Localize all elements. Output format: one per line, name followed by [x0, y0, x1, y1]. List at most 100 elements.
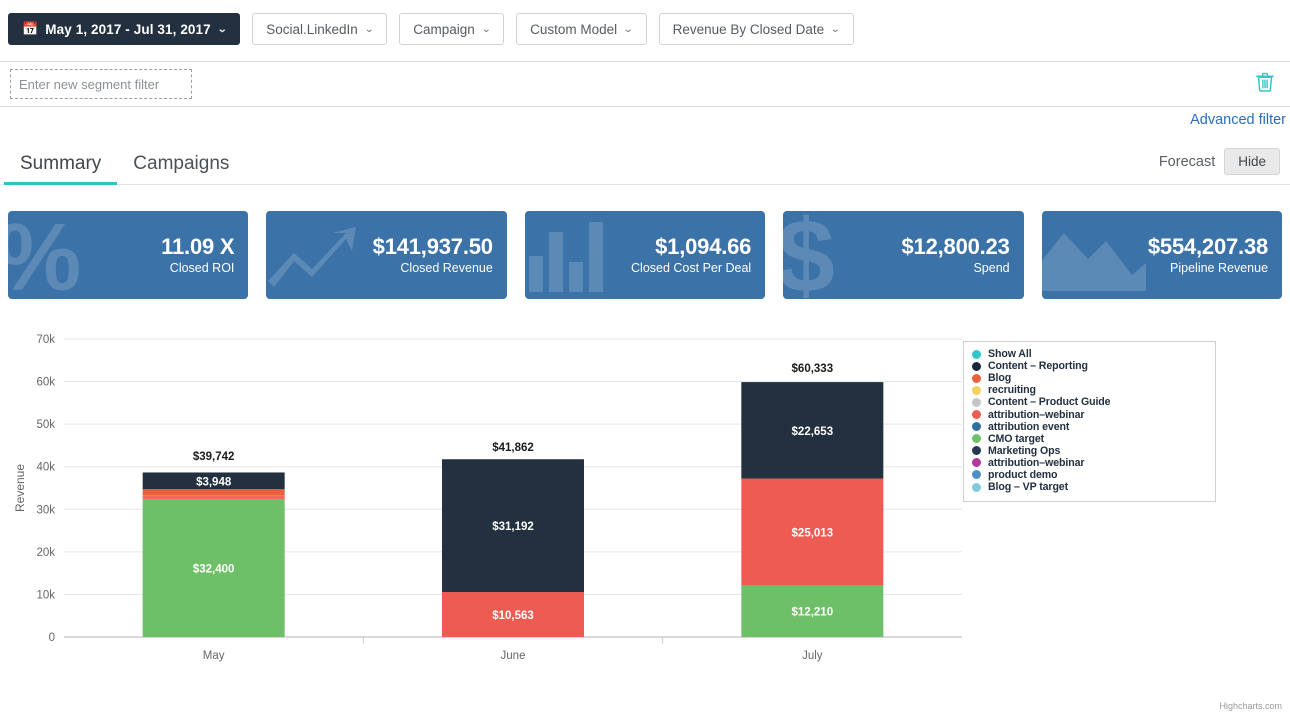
trash-icon[interactable]	[1256, 72, 1274, 96]
percent-icon: %	[8, 211, 122, 299]
kpi-card-closed-cost-per-deal[interactable]: $1,094.66 Closed Cost Per Deal	[524, 211, 766, 299]
chevron-down-icon: ⌄	[480, 23, 492, 35]
x-axis-tick-label: July	[802, 650, 823, 662]
date-range-label: May 1, 2017 - Jul 31, 2017	[45, 21, 211, 37]
tab-summary-label: Summary	[20, 153, 102, 174]
metric-filter-label: Revenue By Closed Date	[672, 21, 825, 37]
legend-item[interactable]: Content – Reporting	[972, 360, 1207, 372]
bar-segment-label: $3,948	[196, 476, 232, 488]
legend-color-swatch	[972, 361, 981, 371]
metric-filter-dropdown[interactable]: Revenue By Closed Date ⌄	[658, 13, 854, 45]
chart-legend: Show All Content – Reporting Blog recruitin…	[963, 341, 1216, 503]
y-axis-tick-label: 50k	[36, 419, 55, 431]
legend-item-label: Marketing Ops	[988, 444, 1061, 457]
legend-item[interactable]: CMO target	[972, 433, 1207, 445]
bar-segment[interactable]: $10,563	[442, 592, 584, 637]
bar-total-label: $60,333	[792, 363, 834, 375]
legend-color-swatch	[972, 458, 981, 468]
kpi-label: Spend	[973, 261, 1010, 276]
legend-item[interactable]: Show All	[972, 348, 1207, 360]
y-axis-tick-label: 20k	[36, 547, 55, 559]
dollar-icon: $	[783, 211, 887, 299]
kpi-value: $12,800.23	[901, 233, 1010, 259]
date-range-picker[interactable]: 📅 May 1, 2017 - Jul 31, 2017 ⌄	[8, 13, 241, 45]
legend-item-label: Content – Product Guide	[988, 396, 1111, 409]
bar-segment-label: $12,210	[792, 607, 834, 619]
bar-chart-icon	[525, 214, 629, 296]
legend-item[interactable]: Blog	[972, 372, 1207, 384]
legend-color-swatch	[972, 410, 981, 420]
kpi-card-closed-revenue[interactable]: $141,937.50 Closed Revenue	[266, 211, 507, 299]
kpi-card-pipeline-revenue[interactable]: $554,207.38 Pipeline Revenue	[1041, 211, 1283, 299]
x-axis-tick-label: June	[501, 650, 526, 662]
campaign-filter-label: Campaign	[413, 21, 475, 37]
model-filter-dropdown[interactable]: Custom Model ⌄	[516, 13, 647, 45]
tab-campaigns[interactable]: Campaigns	[117, 153, 245, 184]
kpi-label: Closed Cost Per Deal	[631, 261, 752, 276]
bar-segment[interactable]: $3,948	[142, 472, 285, 490]
legend-color-swatch	[972, 373, 981, 383]
channel-filter-dropdown[interactable]: Social.LinkedIn ⌄	[252, 13, 388, 45]
bar-segment[interactable]: $12,210	[741, 585, 884, 637]
bar-segment-label: $25,013	[792, 527, 834, 539]
bar-segment-rect[interactable]	[142, 495, 285, 500]
legend-item[interactable]: Marketing Ops	[972, 445, 1207, 457]
kpi-value: $554,207.38	[1147, 233, 1269, 259]
kpi-label: Closed Revenue	[400, 261, 493, 276]
legend-item[interactable]: recruiting	[972, 384, 1207, 396]
bar-segment[interactable]	[142, 489, 285, 496]
filter-toolbar: 📅 May 1, 2017 - Jul 31, 2017 ⌄ Social.Li…	[0, 0, 1290, 56]
bar-segment-label: $22,653	[792, 426, 834, 438]
legend-item-label: attribution event	[988, 420, 1070, 433]
legend-item-label: CMO target	[988, 432, 1045, 445]
bar-segment[interactable]: $25,013	[741, 478, 884, 586]
forecast-control: Forecast Hide	[1159, 148, 1280, 175]
svg-text:%: %	[8, 212, 81, 298]
area-chart-icon	[1041, 213, 1156, 297]
calendar-icon: 📅	[22, 21, 39, 36]
legend-item[interactable]: attribution event	[972, 421, 1207, 433]
bar-segment[interactable]: $22,653	[741, 382, 884, 479]
kpi-card-spend[interactable]: $ $12,800.23 Spend	[783, 211, 1024, 299]
tab-summary[interactable]: Summary	[4, 153, 118, 185]
bar-total-label: $41,862	[492, 442, 534, 454]
legend-item[interactable]: Content – Product Guide	[972, 396, 1207, 408]
bar-segment-rect[interactable]	[142, 489, 285, 496]
y-axis-tick-label: 30k	[36, 504, 55, 516]
y-axis-tick-label: 60k	[36, 377, 55, 389]
segment-filter-input[interactable]	[10, 69, 192, 99]
legend-color-swatch	[972, 482, 981, 492]
legend-item[interactable]: Blog – VP target	[972, 481, 1207, 493]
y-axis-title: Revenue	[13, 464, 27, 512]
legend-item[interactable]: attribution–webinar	[972, 457, 1207, 469]
y-axis-tick-label: 70k	[36, 334, 55, 346]
segment-filter-bar	[0, 61, 1290, 107]
svg-text:$: $	[783, 212, 835, 298]
legend-item-label: Blog – VP target	[988, 481, 1069, 494]
forecast-hide-button[interactable]: Hide	[1224, 148, 1280, 175]
y-axis-tick-label: 40k	[36, 462, 55, 474]
kpi-label: Closed ROI	[169, 261, 235, 276]
bar-segment[interactable]: $31,192	[442, 459, 584, 593]
bar-segment-label: $32,400	[193, 564, 235, 576]
bar-segment[interactable]	[142, 495, 285, 500]
tab-campaigns-label: Campaigns	[133, 153, 230, 174]
revenue-stacked-bar-chart: 0 10k 20k 30k 40k 50k 60k 70k Revenue $32,400 $3,9…	[0, 325, 1290, 715]
bar-total-label: $39,742	[193, 451, 235, 463]
legend-item[interactable]: product demo	[972, 469, 1207, 481]
model-filter-label: Custom Model	[530, 21, 618, 37]
campaign-filter-dropdown[interactable]: Campaign ⌄	[399, 13, 505, 45]
kpi-card-closed-roi[interactable]: % 11.09 X Closed ROI	[8, 211, 249, 299]
kpi-value: $141,937.50	[372, 233, 493, 259]
chevron-down-icon: ⌄	[830, 23, 841, 35]
advanced-filter-row: Advanced filter	[0, 107, 1290, 133]
legend-color-swatch	[972, 422, 981, 432]
legend-item[interactable]: attribution–webinar	[972, 408, 1207, 421]
bar-segment-label: $10,563	[492, 610, 534, 622]
legend-item-label: product demo	[988, 468, 1058, 481]
bar-segment[interactable]: $32,400	[142, 499, 285, 637]
legend-color-swatch	[972, 385, 981, 395]
legend-color-swatch	[972, 434, 981, 444]
kpi-card-row: % 11.09 X Closed ROI $141,937.50 Closed …	[0, 185, 1290, 299]
advanced-filter-link[interactable]: Advanced filter	[1190, 112, 1286, 128]
